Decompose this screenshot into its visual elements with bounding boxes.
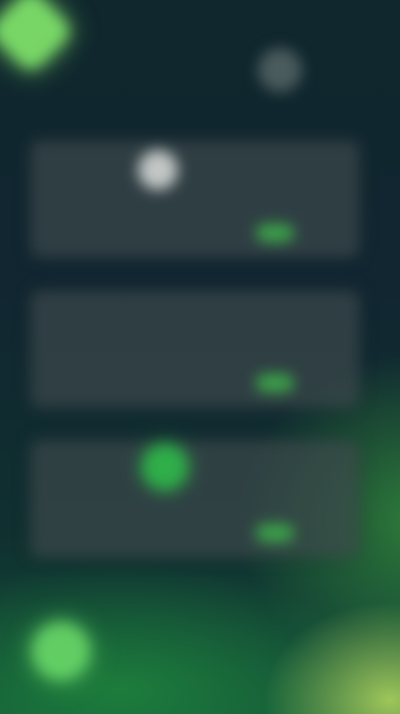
glow-orb-icon — [32, 622, 90, 680]
stat-card-1[interactable] — [30, 140, 360, 258]
status-dot-icon — [142, 444, 188, 490]
stat-card-2-badge[interactable] — [256, 374, 294, 392]
stat-card-2[interactable] — [30, 290, 360, 408]
blurred-content-layer — [0, 0, 400, 714]
profile-icon — [138, 150, 178, 190]
stat-card-3[interactable] — [30, 440, 360, 558]
avatar-icon[interactable] — [258, 48, 302, 92]
stat-card-1-badge[interactable] — [256, 224, 294, 242]
diamond-icon — [0, 0, 75, 75]
app-screen — [0, 0, 400, 714]
stat-card-3-badge[interactable] — [256, 524, 294, 542]
